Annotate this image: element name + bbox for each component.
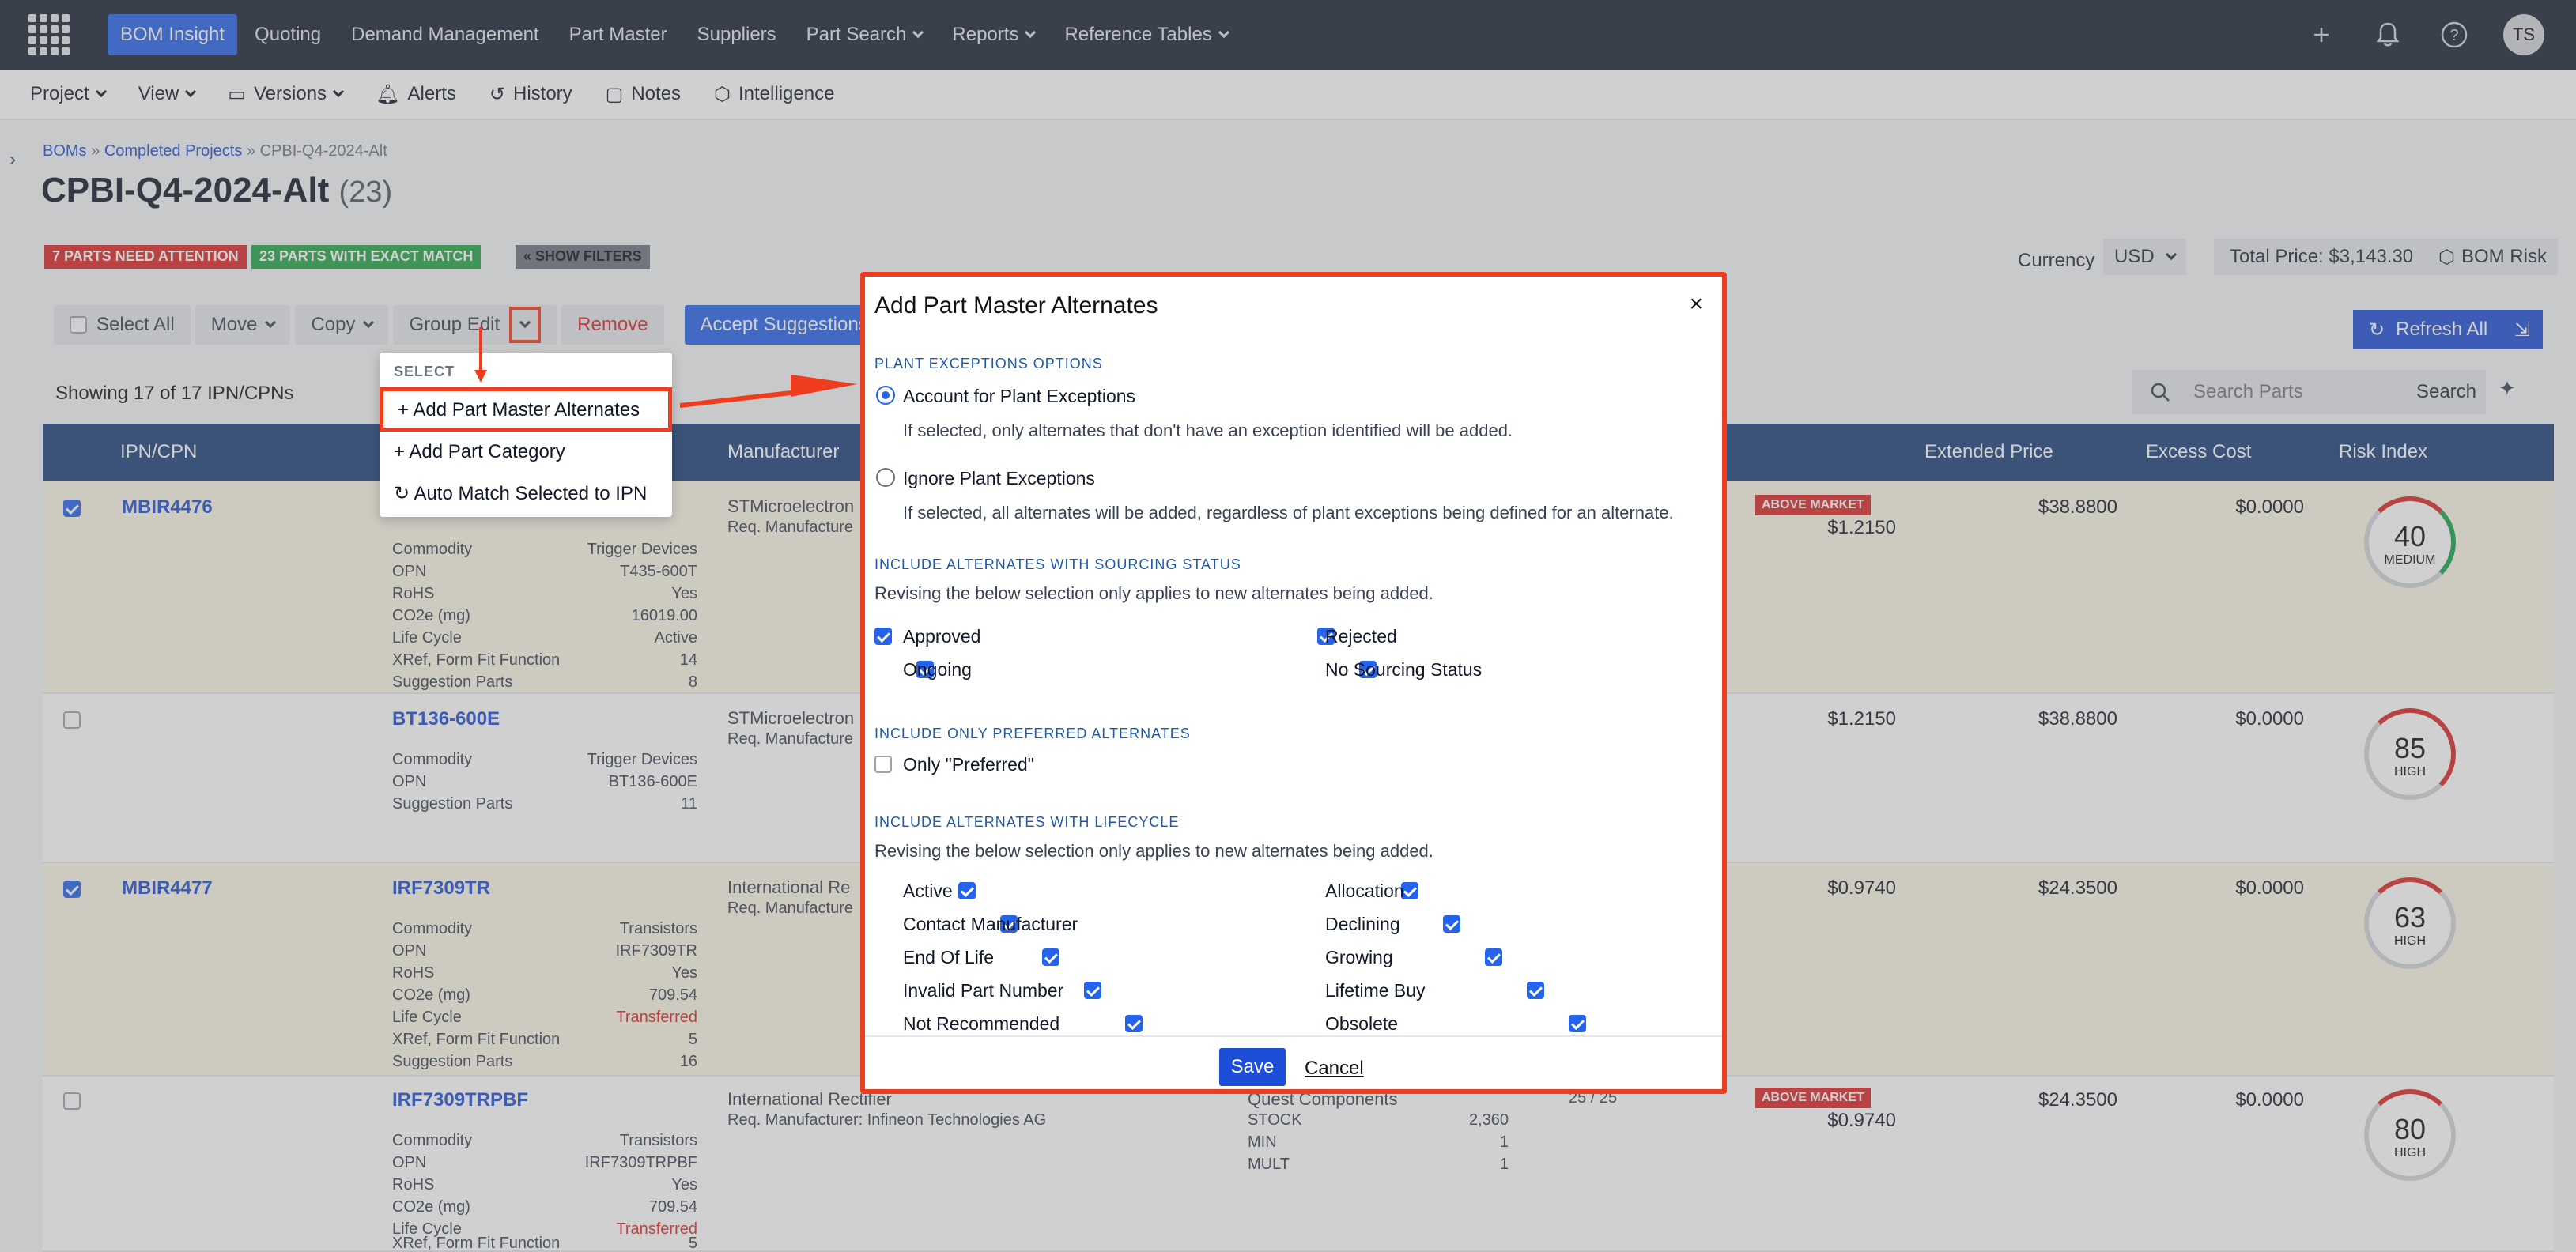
checkbox-declining[interactable] bbox=[1443, 915, 1461, 933]
section-sourcing-status: INCLUDE ALTERNATES WITH SOURCING STATUS bbox=[874, 556, 1241, 572]
menu-item-add-part-master-alternates[interactable]: + Add Part Master Alternates bbox=[380, 387, 672, 432]
label-allocation: Allocation bbox=[1325, 881, 1404, 901]
checkbox-growing[interactable] bbox=[1485, 948, 1503, 966]
label-invalid-part-number: Invalid Part Number bbox=[903, 980, 1064, 1001]
cancel-button[interactable]: Cancel bbox=[1305, 1058, 1364, 1080]
annotation-arrow-right-icon bbox=[680, 375, 857, 408]
label-only-preferred: Only "Preferred" bbox=[903, 754, 1034, 775]
menu-header: SELECT bbox=[394, 364, 455, 379]
lifecycle-help: Revising the below selection only applie… bbox=[874, 841, 1433, 861]
sourcing-help: Revising the below selection only applie… bbox=[874, 583, 1433, 603]
radio-label-account[interactable]: Account for Plant Exceptions bbox=[903, 386, 1135, 407]
label-rejected: Rejected bbox=[1325, 626, 1397, 647]
checkbox-invalid-part-number[interactable] bbox=[1083, 982, 1101, 999]
modal-footer-divider bbox=[865, 1035, 1722, 1037]
radio-desc-ignore: If selected, all alternates will be adde… bbox=[903, 503, 1674, 522]
label-declining: Declining bbox=[1325, 914, 1400, 934]
sync-icon: ↻ bbox=[394, 483, 414, 504]
checkbox-obsolete[interactable] bbox=[1568, 1015, 1586, 1032]
radio-account-plant-exceptions[interactable] bbox=[876, 386, 895, 405]
label-contact-manufacturer: Contact Manufacturer bbox=[903, 914, 1078, 934]
label-active: Active bbox=[903, 881, 953, 901]
save-button[interactable]: Save bbox=[1219, 1048, 1286, 1086]
radio-label-ignore[interactable]: Ignore Plant Exceptions bbox=[903, 468, 1095, 489]
label-not-recommended: Not Recommended bbox=[903, 1013, 1060, 1034]
label-ongoing: Ongoing bbox=[903, 659, 972, 680]
checkbox-not-recommended[interactable] bbox=[1125, 1015, 1143, 1032]
close-icon[interactable]: × bbox=[1689, 291, 1703, 318]
label-no-sourcing-status: No Sourcing Status bbox=[1325, 659, 1483, 680]
add-alternates-modal: Add Part Master Alternates × PLANT EXCEP… bbox=[860, 272, 1727, 1094]
checkbox-active[interactable] bbox=[958, 882, 976, 899]
modal-title: Add Part Master Alternates bbox=[874, 292, 1158, 319]
label-growing: Growing bbox=[1325, 947, 1393, 967]
section-lifecycle: INCLUDE ALTERNATES WITH LIFECYCLE bbox=[874, 814, 1180, 830]
checkbox-approved[interactable] bbox=[874, 628, 892, 645]
section-preferred: INCLUDE ONLY PREFERRED ALTERNATES bbox=[874, 726, 1191, 741]
radio-desc-account: If selected, only alternates that don't … bbox=[903, 420, 1513, 440]
label-lifetime-buy: Lifetime Buy bbox=[1325, 980, 1426, 1001]
section-plant-exceptions: PLANT EXCEPTIONS OPTIONS bbox=[874, 356, 1103, 371]
label-obsolete: Obsolete bbox=[1325, 1013, 1399, 1034]
checkbox-lifetime-buy[interactable] bbox=[1526, 982, 1544, 999]
checkbox-only-preferred[interactable] bbox=[874, 756, 892, 773]
menu-item-add-part-category[interactable]: + Add Part Category bbox=[394, 441, 565, 463]
checkbox-end-of-life[interactable] bbox=[1041, 948, 1059, 966]
group-edit-menu: SELECT + Add Part Master Alternates + Ad… bbox=[380, 353, 672, 517]
menu-item-auto-match[interactable]: ↻ Auto Match Selected to IPN bbox=[394, 482, 647, 505]
annotation-arrow-down-icon bbox=[474, 327, 487, 383]
label-end-of-life: End Of Life bbox=[903, 947, 995, 967]
radio-ignore-plant-exceptions[interactable] bbox=[876, 468, 895, 487]
label-approved: Approved bbox=[903, 626, 981, 647]
